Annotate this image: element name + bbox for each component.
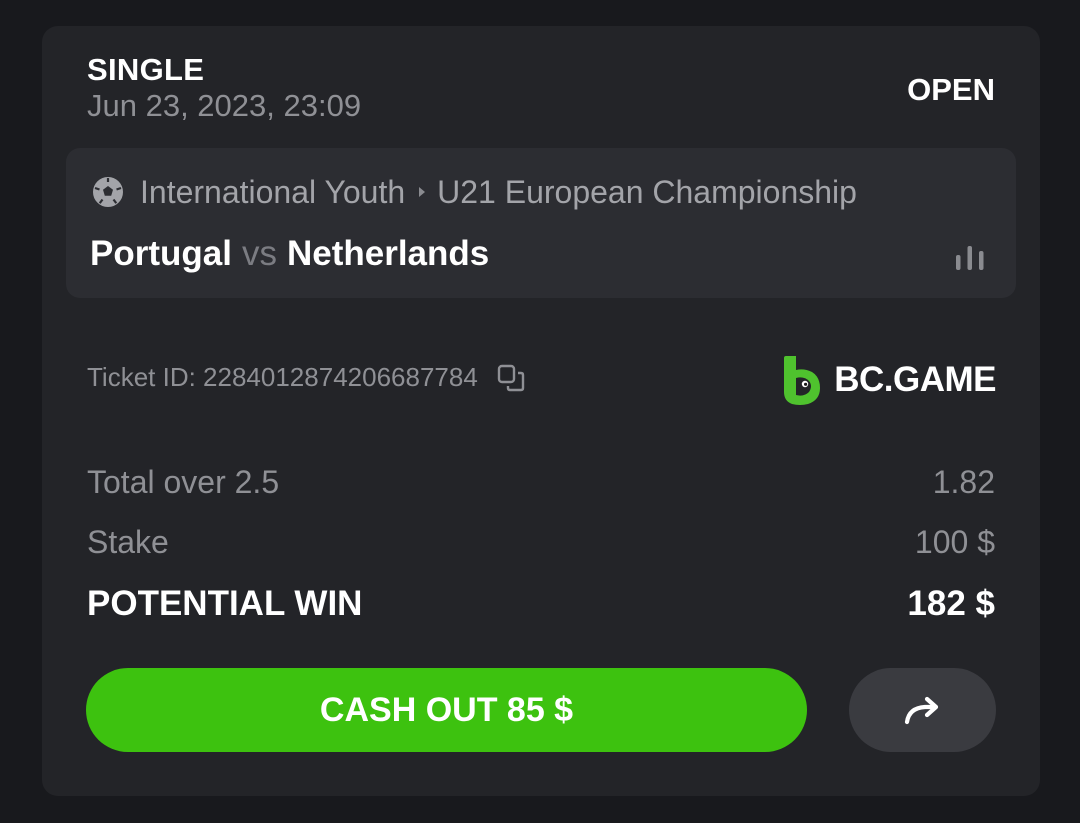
soccer-ball-icon — [93, 177, 123, 207]
away-team: Netherlands — [286, 234, 490, 273]
share-button[interactable] — [849, 668, 996, 752]
stake-value: 100 $ — [914, 524, 995, 560]
cash-out-button[interactable]: CASH OUT 85 $ — [86, 668, 807, 752]
bc-game-logo-icon — [784, 356, 821, 405]
league-breadcrumb: International Youth U21 European Champio… — [92, 172, 992, 212]
potential-win-label: POTENTIAL WIN — [87, 584, 363, 623]
bc-game-logo: BC.GAME — [782, 354, 996, 406]
market-row: Total over 2.5 1.82 — [87, 464, 995, 501]
bet-slip-card: SINGLE Jun 23, 2023, 23:09 OPEN Internat… — [42, 26, 1040, 796]
potential-win-row: POTENTIAL WIN 182 $ — [87, 584, 995, 624]
match-teams: Portugal vs Netherlands — [90, 234, 489, 274]
bet-status: OPEN — [907, 72, 995, 107]
vs-label: vs — [241, 234, 277, 273]
stake-label: Stake — [87, 524, 169, 560]
potential-win-value: 182 $ — [907, 584, 995, 623]
copy-icon[interactable] — [496, 363, 526, 393]
stats-bars-icon[interactable] — [954, 244, 986, 270]
ticket-id-row: Ticket ID: 2284012874206687784 — [87, 362, 526, 393]
ticket-id-label: Ticket ID: 2284012874206687784 — [87, 362, 478, 392]
market-label: Total over 2.5 — [87, 464, 280, 500]
market-odds: 1.82 — [932, 464, 995, 500]
share-arrow-icon — [904, 696, 938, 725]
bet-date: Jun 23, 2023, 23:09 — [87, 88, 362, 123]
brand-name: BC.GAME — [834, 360, 996, 399]
home-team: Portugal — [90, 234, 232, 273]
stake-row: Stake 100 $ — [87, 524, 995, 561]
chevron-right-icon — [419, 187, 426, 197]
event-box[interactable]: International Youth U21 European Champio… — [66, 148, 1016, 298]
category-label: International Youth — [140, 173, 406, 210]
league-label: U21 European Championship — [437, 173, 857, 210]
bet-type: SINGLE — [87, 52, 205, 87]
